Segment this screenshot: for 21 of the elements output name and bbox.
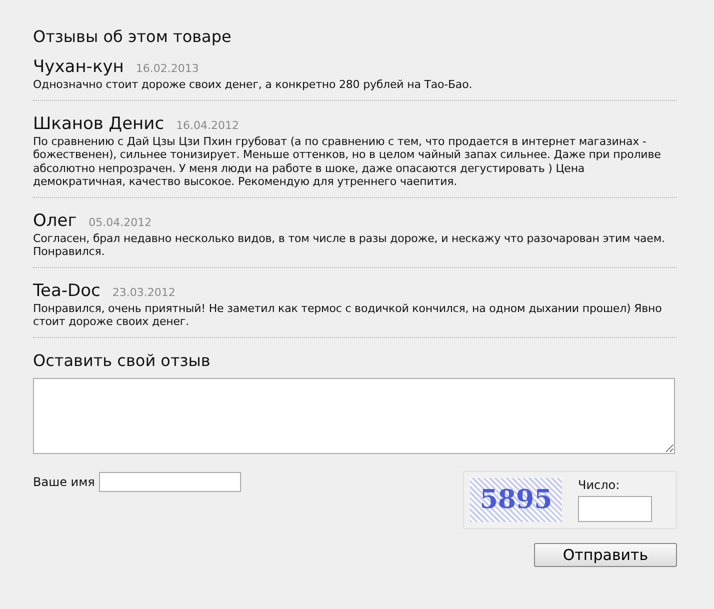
review-author: Tea-Doc <box>33 280 100 302</box>
section-title: Оставить свой отзыв <box>33 350 212 372</box>
review-date: 16.02.2013 <box>136 62 199 75</box>
review-input-field[interactable] <box>33 378 675 454</box>
review-date: 23.03.2012 <box>112 286 176 298</box>
review-author: Чухан-кун <box>33 56 124 78</box>
review-date: 16.04.2012 <box>176 118 240 132</box>
number-label: Число: <box>578 478 621 492</box>
review-date: 05.04.2012 <box>88 216 152 228</box>
review-author: Шканов Денис <box>33 112 164 134</box>
review-text: Понравился, очень приятный! Не заметил как термос с водичкой кончился, на одном дыхании прошел) Явно стоит дороже своих денег. <box>33 302 663 328</box>
submit-button[interactable]: Отправить <box>534 542 677 566</box>
captcha-input-field[interactable] <box>578 496 652 522</box>
name-input-field[interactable] <box>98 472 241 492</box>
review-text: По сравнению с Дай Цзы Цзи Пхин грубоват (а по сравнению с тем, что продается в интернет магазинах - божественен), сильнее тонизирует. Меньше оттенков, но в целом чайный запах сильнее. Даже при проливе абсолютно непрозрачен. У меня люди на работе в шоке, даже опасаются дегустировать ) Цена демократичная, качество высокое. Рекомендую для утреннего чаепития. <box>33 134 662 188</box>
review-text: Согласен, брал недавно несколько видов, в том числе в разы дороже, и нескажу что разочарован этим чаем. Понравился. <box>33 232 666 258</box>
review-text: Однозначно стоит дороже своих денег, а конкретно 280 рублей на Тао-Бао. <box>33 78 474 92</box>
review-author: Олег <box>33 210 77 232</box>
name-label: Ваше имя <box>33 474 95 488</box>
section-title: Отзывы об этом товаре <box>33 26 232 48</box>
captcha-image: 5895 <box>470 478 562 522</box>
